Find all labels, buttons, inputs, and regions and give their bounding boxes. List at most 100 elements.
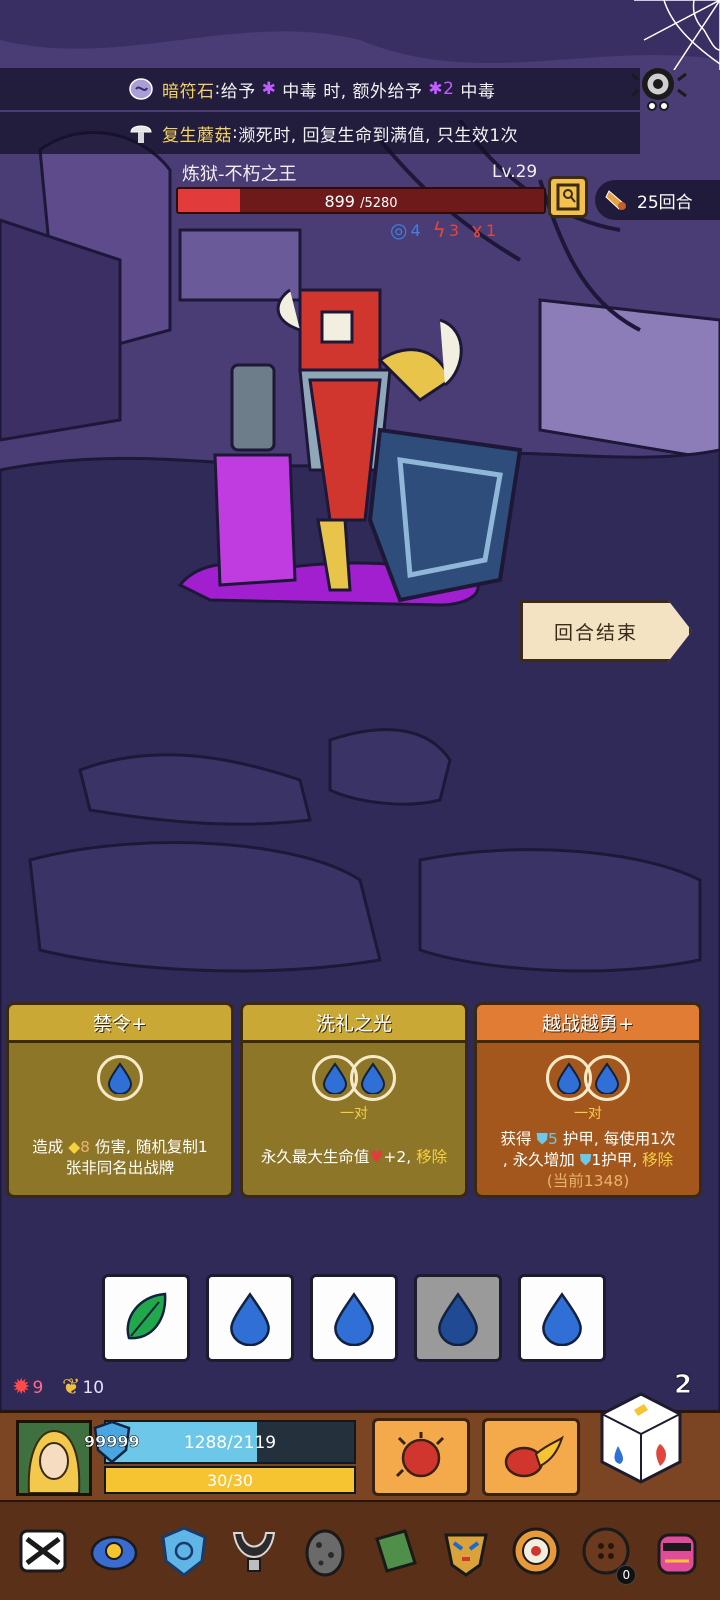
water-drop-icon (594, 1062, 620, 1094)
relic-text: 濒死时, 回复生命到满值, 只生效1次 (238, 125, 519, 146)
water-drop-icon (360, 1062, 386, 1094)
relic-slot[interactable] (438, 1523, 494, 1579)
settings-gear-icon[interactable] (630, 60, 690, 112)
damage-icon: ◆ (68, 1138, 81, 1156)
intent-fist: ɤ1 (471, 218, 496, 242)
dice-bag-die-icon[interactable] (598, 1390, 684, 1486)
player-energy-text: 30/30 (206, 1471, 254, 1490)
relic-slot[interactable] (649, 1523, 705, 1579)
water-drop-icon (438, 1292, 478, 1346)
intent-value: 4 (410, 220, 421, 240)
spike-gear-icon: ✹ (12, 1375, 31, 1400)
round-label: 25回合 (637, 192, 693, 213)
relic-slot[interactable] (367, 1523, 423, 1579)
remove-keyword: 移除 (642, 1151, 674, 1169)
card-title: 越战越勇+ (477, 1005, 699, 1043)
dice-slot[interactable] (584, 1055, 630, 1101)
end-turn-button[interactable]: 回合结束 (520, 600, 692, 662)
water-drop-icon (230, 1292, 270, 1346)
boss-info-button[interactable] (548, 176, 588, 218)
boss-hp-text: 899 /5280 (178, 192, 544, 211)
leaf-icon (126, 1292, 167, 1340)
dice-slot[interactable] (97, 1055, 143, 1101)
scroll-icon (605, 190, 626, 210)
intent-value: 3 (448, 220, 460, 240)
water-drop-icon (322, 1062, 348, 1094)
end-turn-label: 回合结束 (553, 621, 638, 644)
blue-shield-icon (161, 1526, 207, 1577)
player-portrait[interactable] (16, 1420, 92, 1496)
boss-intents: ◎ 4 ϟ3 ɤ1 (390, 218, 496, 242)
relic-slot[interactable] (297, 1523, 353, 1579)
relic-slot[interactable] (508, 1523, 564, 1579)
skill-fire-fist-button[interactable] (482, 1418, 580, 1496)
wing-icon: ❦ (62, 1375, 81, 1400)
dark-rune-icon (129, 78, 153, 100)
skill-fist-button[interactable] (372, 1418, 470, 1496)
die-water-used[interactable] (414, 1274, 502, 1362)
armor-value: 5 (548, 1130, 558, 1148)
stone-egg-icon (305, 1529, 345, 1577)
boss-name: 炼狱-不朽之王 (182, 164, 297, 185)
mushroom-icon (130, 125, 152, 143)
remove-keyword: 移除 (416, 1148, 448, 1166)
dice-slot[interactable] (350, 1055, 396, 1101)
flaming-fist-icon (504, 1435, 564, 1478)
hero-avatar-icon (19, 1423, 89, 1494)
card-baptism-light[interactable]: 洗礼之光 一对 永久最大生命值♥+2, 移除 (240, 1002, 468, 1198)
relic-name: 暗符石 (162, 81, 215, 102)
relic-slot[interactable] (86, 1523, 142, 1579)
green-book-icon (375, 1529, 418, 1573)
relic-slot[interactable] (226, 1523, 282, 1579)
heart-icon: ♥ (369, 1148, 384, 1166)
relic-info-dark-rune: 暗符石 : 给予 ✱ 中毒 时, 额外给予 ✱ 2 中毒 (0, 68, 640, 110)
player-stat-spikes: ✹ 9 (12, 1375, 43, 1400)
water-drop-icon (556, 1062, 582, 1094)
skull-emblem-icon (19, 1529, 67, 1573)
card-description: 永久最大生命值♥+2, 移除 (260, 1148, 448, 1166)
round-counter: 25回合 (595, 180, 720, 220)
intent-claw: ϟ3 (433, 218, 459, 242)
water-drop-icon (334, 1292, 374, 1346)
poison-icon: ✱ (422, 79, 444, 99)
claw-icon: ϟ (432, 218, 446, 242)
die-leaf[interactable] (102, 1274, 190, 1362)
card-ban[interactable]: 禁令+ 造成 ◆8 伤害, 随机复制1 张非同名出战牌 (6, 1002, 234, 1198)
poison-value: 2 (443, 79, 455, 99)
relic-slot[interactable] (15, 1523, 71, 1579)
relic-text: 中毒 (460, 81, 496, 102)
die-water[interactable] (206, 1274, 294, 1362)
player-stat-wings: ❦ 10 (62, 1375, 104, 1400)
spiked-fist-icon (395, 1432, 445, 1478)
die-water[interactable] (518, 1274, 606, 1362)
relic-slot[interactable]: 0 (578, 1523, 637, 1585)
pink-demon-icon (657, 1533, 697, 1575)
pair-label: 一对 (340, 1106, 368, 1122)
card-title: 禁令+ (9, 1005, 231, 1043)
card-description: 造成 ◆8 伤害, 随机复制1 张非同名出战牌 (32, 1138, 208, 1177)
card-fight-braver[interactable]: 越战越勇+ 一对 获得 ⛊5 护甲, 每使用1次 , 永久增加 ⛊1护甲, 移除… (474, 1002, 702, 1198)
armor-icon: ⛊ (579, 1151, 592, 1169)
tribal-mask-icon (443, 1533, 488, 1577)
relic-tray: 0 (0, 1500, 720, 1600)
player-energy-bar: 30/30 (104, 1466, 356, 1494)
relic-text: 中毒 时, 额外给予 (282, 81, 423, 102)
die-water[interactable] (310, 1274, 398, 1362)
relic-name: 复生蘑菇 (162, 125, 232, 146)
card-description: 获得 ⛊5 护甲, 每使用1次 , 永久增加 ⛊1护甲, 移除 (当前1348) (500, 1130, 676, 1190)
boss-hp-bar: 899 /5280 (176, 187, 546, 214)
current-armor-total: (当前1348) (546, 1172, 630, 1190)
blue-sunflower-icon (90, 1535, 137, 1571)
fist-icon: ɤ (471, 218, 483, 242)
player-hp-text: 1288/2119 (183, 1433, 277, 1453)
player-shield-value: 99999 (84, 1432, 140, 1452)
boss-level: Lv.29 (492, 162, 538, 182)
relic-slot[interactable] (156, 1523, 212, 1579)
boss-hp-current: 899 (324, 192, 355, 211)
card-title: 洗礼之光 (243, 1005, 465, 1043)
relic-text: 给予 (220, 81, 256, 102)
intent-swirl: ◎ 4 (390, 218, 421, 242)
armor-icon: ⛊ (536, 1130, 549, 1148)
boss-hp-max: /5280 (360, 196, 398, 211)
pair-label: 一对 (574, 1106, 602, 1122)
